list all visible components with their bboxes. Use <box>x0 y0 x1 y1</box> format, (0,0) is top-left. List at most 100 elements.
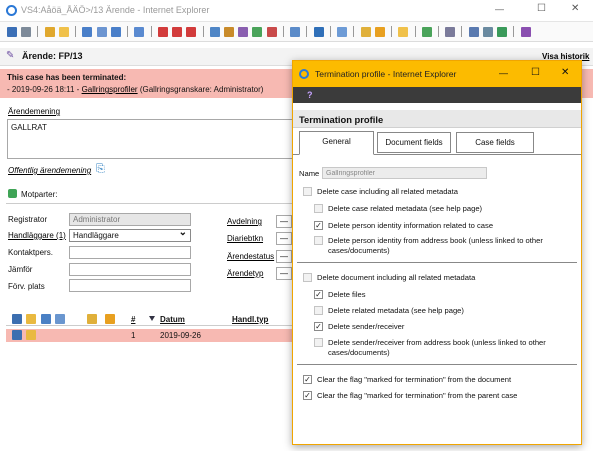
print-icon[interactable] <box>21 26 32 37</box>
document-icon[interactable] <box>110 26 121 37</box>
minimize-button[interactable]: — <box>495 4 504 14</box>
settings-icon[interactable] <box>482 26 493 37</box>
toolbar-separator <box>75 26 77 37</box>
sender-receiver-label: Delete sender/receiver <box>328 322 405 331</box>
close-button[interactable]: ✕ <box>571 3 579 14</box>
tools-icon[interactable] <box>421 26 432 37</box>
dialog-minimize-button[interactable]: — <box>499 68 508 78</box>
dialog-title-bar: Termination profile - Internet Explorer … <box>293 61 581 87</box>
tab-case-fields[interactable]: Case fields <box>456 132 534 153</box>
forv-plats-field[interactable] <box>69 279 191 292</box>
trash-icon[interactable] <box>12 314 22 324</box>
list-icon[interactable] <box>134 26 145 37</box>
clear-flag-case-checkbox[interactable]: ✓ <box>303 391 312 400</box>
hash-column[interactable]: # <box>131 315 135 324</box>
user-icon[interactable] <box>238 26 249 37</box>
banner-link[interactable]: Gallringsprofiler <box>82 85 138 94</box>
dialog-maximize-button[interactable]: ☐ <box>531 67 540 78</box>
handlaggare-select[interactable]: Handläggare ⌄ <box>69 227 191 242</box>
search-icon[interactable] <box>468 26 479 37</box>
arendestatus-label[interactable]: Ärendestatus <box>227 252 274 261</box>
folder-icon[interactable] <box>398 26 409 37</box>
sender-receiver-checkbox[interactable]: ✓ <box>314 322 323 331</box>
arendemening-textarea[interactable]: GALLRAT <box>7 119 307 159</box>
arendemening-label[interactable]: Ärendemening <box>8 107 60 116</box>
document-icon[interactable] <box>82 26 93 37</box>
kontaktpers-field[interactable] <box>69 246 191 259</box>
dialog-title: Termination profile - Internet Explorer <box>315 69 457 79</box>
ie-logo-icon <box>299 69 309 79</box>
clear-flag-case-label: Clear the flag "marked for termination" … <box>317 391 518 400</box>
export-icon[interactable] <box>497 26 508 37</box>
copy-icon[interactable] <box>55 314 65 324</box>
window-title: VS4:Aåöä_ÅÄÖ>/13 Ärende - Internet Explo… <box>21 5 210 15</box>
grid-icon[interactable] <box>41 314 51 324</box>
arendetyp-field[interactable] <box>276 267 292 280</box>
banner-prefix: - 2019-09-26 18:11 - <box>7 85 80 94</box>
table-icon[interactable] <box>290 26 301 37</box>
person-identity-checkbox[interactable]: ✓ <box>314 221 323 230</box>
person-addressbook-checkbox[interactable] <box>314 236 323 245</box>
chevron-down-icon: ⌄ <box>178 227 187 238</box>
diariebtkn-label[interactable]: Diariebtkn <box>227 234 263 243</box>
dialog-close-button[interactable]: ✕ <box>561 67 569 78</box>
delete-document-checkbox[interactable] <box>303 273 312 282</box>
copy-icon[interactable]: ⎘ <box>96 163 105 176</box>
registrator-field <box>69 213 191 226</box>
toolbar-separator <box>414 26 416 37</box>
handlaggare-label[interactable]: Handläggare (1) <box>8 231 66 240</box>
flag-icon[interactable] <box>374 26 385 37</box>
forward-icon[interactable] <box>157 26 168 37</box>
document-icon[interactable] <box>96 26 107 37</box>
case-related-label: Delete case related metadata (see help p… <box>328 204 483 213</box>
delete-case-label: Delete case including all related metada… <box>317 187 458 196</box>
lock-icon[interactable] <box>360 26 371 37</box>
tab-document-fields[interactable]: Document fields <box>377 132 451 153</box>
case-related-checkbox[interactable] <box>314 204 323 213</box>
related-metadata-checkbox[interactable] <box>314 306 323 315</box>
person-identity-label: Delete person identity information relat… <box>328 221 494 230</box>
grid-icon[interactable] <box>209 26 220 37</box>
banner-suffix: (Gallringsgranskare: Administrator) <box>139 85 264 94</box>
help-icon[interactable] <box>520 26 531 37</box>
forward-icon[interactable] <box>186 26 197 37</box>
book-icon[interactable] <box>313 26 324 37</box>
user-icon[interactable] <box>252 26 263 37</box>
tab-general[interactable]: General <box>299 131 374 155</box>
datum-column[interactable]: Datum <box>160 315 185 324</box>
name-field <box>322 167 487 179</box>
public-arendemening-link[interactable]: Offentlig ärendemening <box>8 166 91 175</box>
help-icon[interactable]: ? <box>307 90 313 100</box>
toolbar-separator <box>437 26 439 37</box>
save-icon[interactable] <box>7 26 17 37</box>
folder-icon[interactable] <box>26 314 36 324</box>
maximize-button[interactable]: ☐ <box>537 3 546 14</box>
delete-files-checkbox[interactable]: ✓ <box>314 290 323 299</box>
arendestatus-field[interactable] <box>276 250 292 263</box>
table-row[interactable]: 1 2019-09-26 <box>6 329 293 342</box>
toolbar-separator <box>127 26 129 37</box>
avdelning-label[interactable]: Avdelning <box>227 217 262 226</box>
banner-line: - 2019-09-26 18:11 - Gallringsprofiler (… <box>7 85 263 94</box>
trash-icon[interactable] <box>12 330 22 340</box>
diariebtkn-field[interactable] <box>276 232 292 245</box>
arendetyp-label[interactable]: Ärendetyp <box>227 269 263 278</box>
flag-icon[interactable] <box>105 314 115 324</box>
open-icon[interactable] <box>44 26 55 37</box>
delete-case-checkbox[interactable] <box>303 187 312 196</box>
user-icon[interactable] <box>266 26 277 37</box>
jamfor-field[interactable] <box>69 263 191 276</box>
user-icon[interactable] <box>223 26 234 37</box>
sender-addressbook-checkbox[interactable] <box>314 338 323 347</box>
kontaktpers-label: Kontaktpers. <box>8 248 53 257</box>
folder-icon[interactable] <box>58 26 69 37</box>
window-icon[interactable] <box>337 26 348 37</box>
banner-title: This case has been terminated: <box>7 73 127 82</box>
folder-icon[interactable] <box>26 330 36 340</box>
avdelning-field[interactable] <box>276 215 292 228</box>
clear-flag-document-checkbox[interactable]: ✓ <box>303 375 312 384</box>
handl-typ-column[interactable]: Handl.typ <box>232 315 268 324</box>
refresh-icon[interactable] <box>445 26 456 37</box>
forward-icon[interactable] <box>172 26 183 37</box>
lock-icon[interactable] <box>87 314 97 324</box>
